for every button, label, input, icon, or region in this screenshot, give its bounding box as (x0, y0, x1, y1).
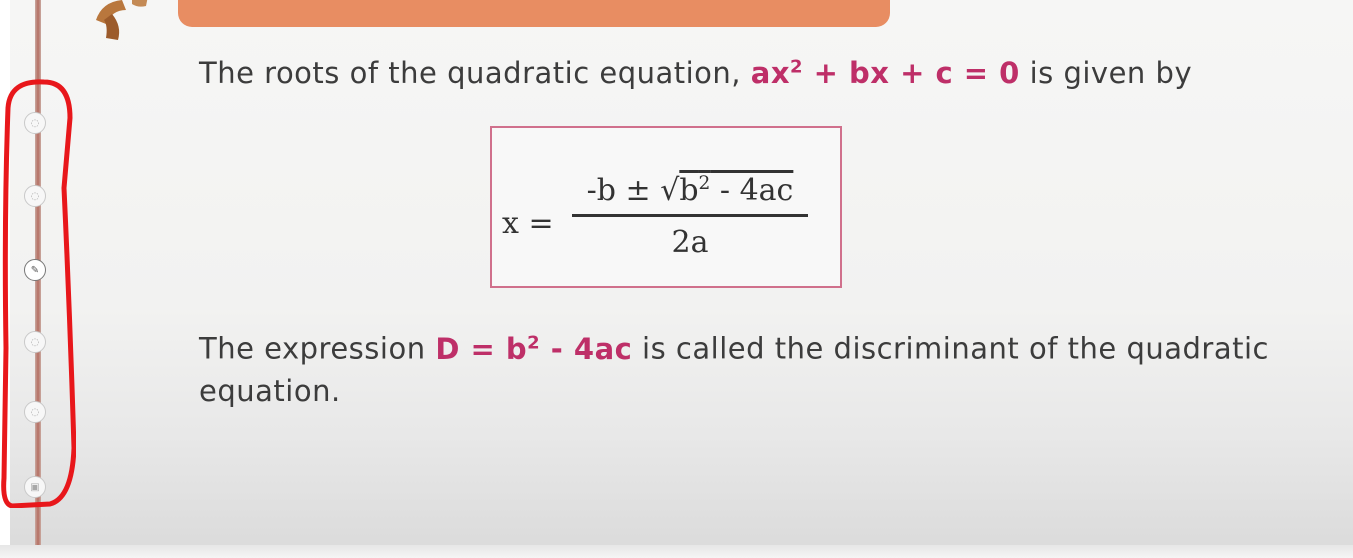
mascot-icon (96, 0, 148, 40)
bottom-strip (0, 545, 1353, 558)
radicand-exponent: 2 (698, 173, 711, 194)
circle-tool-icon[interactable]: ◌ (24, 185, 46, 207)
eq-ax: ax (750, 56, 791, 90)
radical-sign: √ (660, 173, 680, 208)
red-annotation-outline (1, 79, 76, 508)
roots-tail-text: is given by (1019, 56, 1193, 90)
screen-tool-icon[interactable]: ▣ (24, 476, 46, 498)
eq-exponent: 2 (790, 56, 804, 78)
formula-numerator: -b ± √ b2 - 4ac (568, 154, 812, 212)
radicand-b: b (679, 173, 699, 208)
formula-lhs: x = (502, 206, 554, 241)
quadratic-equation: ax2 + bx + c = 0 (751, 56, 1020, 90)
roots-lead-text: The roots of the quadratic equation, (199, 56, 751, 90)
numerator-lead: -b ± (586, 173, 651, 208)
tool-rail: ◌ ◌ ✎ ◌ ◌ ▣ (0, 78, 76, 508)
formula-denominator: 2a (671, 225, 709, 260)
roots-statement: The roots of the quadratic equation, ax2… (199, 56, 1192, 90)
eq-rest: + bx + c = 0 (803, 56, 1020, 90)
discriminant-d: D = b (435, 331, 528, 366)
circle-tool-icon[interactable]: ◌ (24, 112, 46, 134)
pen-tool-icon[interactable]: ✎ (24, 259, 46, 281)
circle-tool-icon[interactable]: ◌ (24, 401, 46, 423)
discriminant-expression: D = b2 - 4ac (435, 332, 632, 366)
radicand-rest: - 4ac (710, 173, 794, 208)
discriminant-exponent: 2 (527, 332, 541, 353)
discriminant-rest: - 4ac (540, 331, 633, 366)
header-banner (178, 0, 890, 27)
discriminant-lead-text: The expression (199, 331, 436, 366)
fraction-bar (572, 214, 808, 217)
formula-fraction: -b ± √ b2 - 4ac 2a (568, 154, 812, 260)
quadratic-formula-box: x = -b ± √ b2 - 4ac 2a (490, 126, 842, 288)
circle-tool-icon[interactable]: ◌ (24, 331, 46, 353)
discriminant-statement: The expression D = b2 - 4ac is called th… (199, 322, 1279, 412)
radicand: b2 - 4ac (679, 173, 793, 208)
